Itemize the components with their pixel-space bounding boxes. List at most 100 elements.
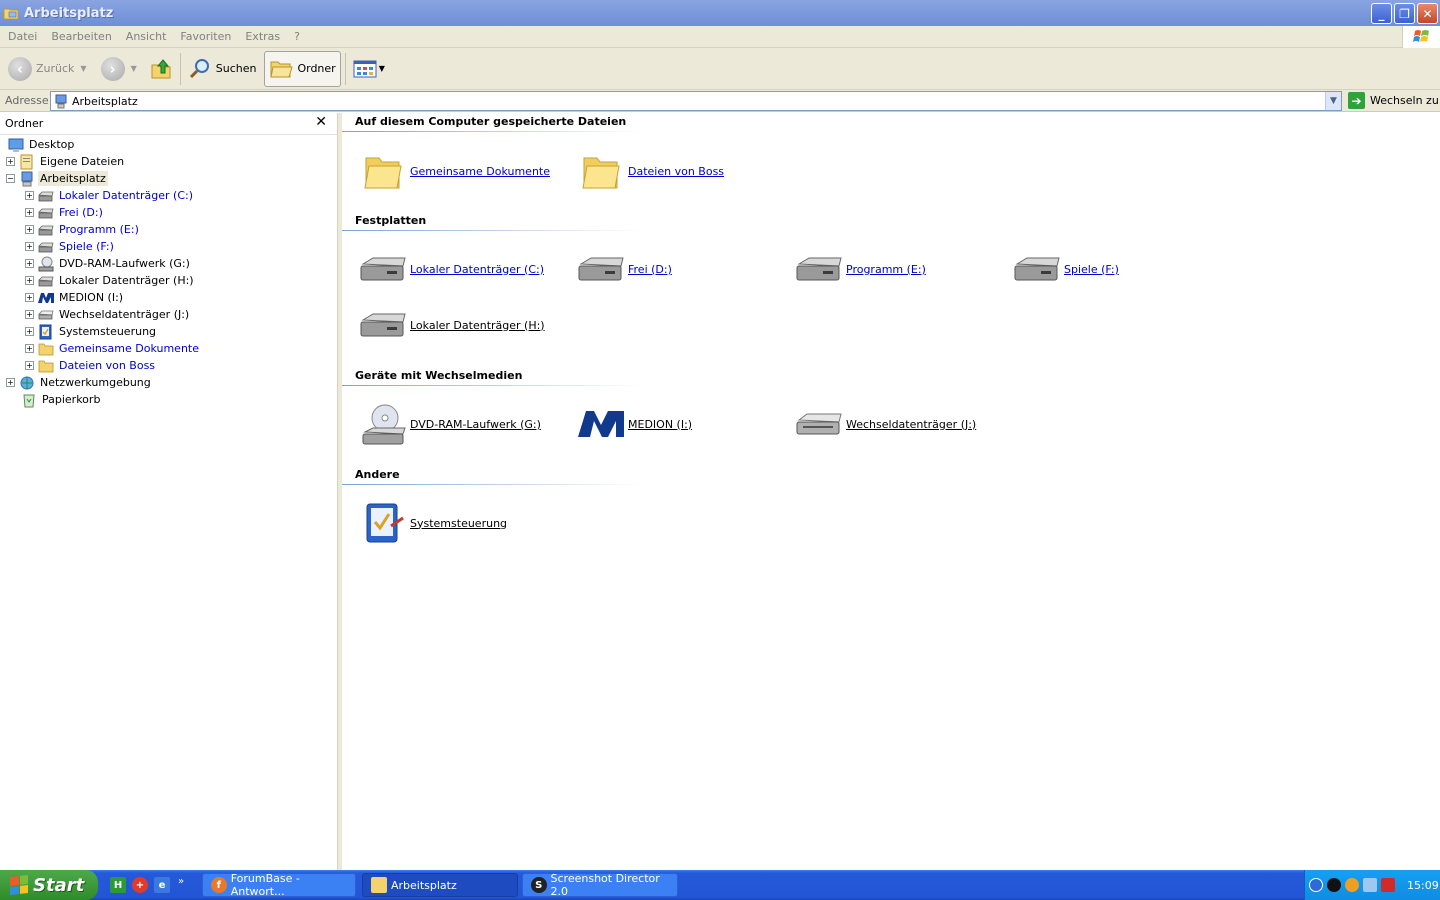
taskbar-item-forumbase[interactable]: f ForumBase - Antwort... <box>202 872 356 898</box>
item-dvd-g[interactable]: DVD-RAM-Laufwerk (G:) <box>358 400 541 448</box>
removable-icon <box>38 307 54 323</box>
tree-item-label: Lokaler Datenträger (C:) <box>59 189 194 202</box>
tree-item[interactable]: + DVD-RAM-Laufwerk (G:) <box>0 255 337 272</box>
folder-pane-header: Ordner ✕ <box>0 113 337 135</box>
quicklaunch-app-icon[interactable]: + <box>132 877 148 893</box>
quicklaunch-browser-icon[interactable]: e <box>154 877 170 893</box>
tree-item-label: Eigene Dateien <box>40 155 125 168</box>
item-drive-h[interactable]: Lokaler Datenträger (H:) <box>358 301 545 349</box>
up-folder-icon <box>151 58 171 78</box>
expand-icon[interactable]: + <box>25 310 34 319</box>
back-button[interactable]: ‹ Zurück ▼ <box>4 51 91 87</box>
tree-item[interactable]: + MEDION (I:) <box>0 289 337 306</box>
item-shared-documents[interactable]: Gemeinsame Dokumente <box>358 147 550 195</box>
address-input[interactable]: Arbeitsplatz ▼ <box>50 91 1342 111</box>
dvd-drive-icon <box>358 400 408 448</box>
tray-expand-icon[interactable] <box>1309 878 1323 892</box>
folder-icon <box>358 147 408 195</box>
menu-tools[interactable]: Extras <box>239 30 286 43</box>
tray-network-icon[interactable] <box>1363 878 1377 892</box>
tree-item[interactable]: Papierkorb <box>0 391 337 408</box>
menu-help[interactable]: ? <box>288 30 306 43</box>
expand-icon[interactable]: + <box>25 225 34 234</box>
expand-icon[interactable]: + <box>6 157 15 166</box>
hard-drive-icon <box>358 245 408 293</box>
chevron-down-icon[interactable]: ▼ <box>1325 92 1341 110</box>
drive-icon <box>38 239 54 255</box>
folders-button[interactable]: Ordner <box>264 50 341 87</box>
title-bar[interactable]: Arbeitsplatz _ ❐ ✕ <box>0 0 1440 26</box>
item-medion-i[interactable]: MEDION (I:) <box>576 400 692 448</box>
tree-item[interactable]: + Lokaler Datenträger (H:) <box>0 272 337 289</box>
chevron-down-icon[interactable]: ▼ <box>80 64 86 73</box>
expand-icon[interactable]: + <box>25 259 34 268</box>
tree-item[interactable]: + Systemsteuerung <box>0 323 337 340</box>
group-removable-media: Geräte mit Wechselmedien <box>342 369 1440 386</box>
minimize-button[interactable]: _ <box>1371 3 1392 24</box>
tree-item[interactable]: − Arbeitsplatz <box>0 170 337 187</box>
expand-icon[interactable]: + <box>25 293 34 302</box>
tray-app-icon[interactable] <box>1327 878 1341 892</box>
toolbar-separator <box>179 52 181 85</box>
up-folder-button[interactable] <box>145 51 177 87</box>
item-drive-d[interactable]: Frei (D:) <box>576 245 672 293</box>
tree-item[interactable]: + Lokaler Datenträger (C:) <box>0 187 337 204</box>
menu-edit[interactable]: Bearbeiten <box>45 30 117 43</box>
quicklaunch-more-icon[interactable]: » <box>178 876 184 887</box>
taskbar-item-screenshot-director[interactable]: S Screenshot Director 2.0 <box>522 872 678 898</box>
tree-item[interactable]: + Wechseldatenträger (J:) <box>0 306 337 323</box>
close-button[interactable]: ✕ <box>1417 3 1438 24</box>
start-button[interactable]: Start <box>0 870 98 900</box>
expand-icon[interactable]: + <box>25 327 34 336</box>
control-panel-icon <box>358 499 408 547</box>
tree-item[interactable]: + Programm (E:) <box>0 221 337 238</box>
expand-icon[interactable]: + <box>25 208 34 217</box>
hard-drive-icon <box>1012 245 1062 293</box>
tree-item[interactable]: + Gemeinsame Dokumente <box>0 340 337 357</box>
tree-item[interactable]: + Eigene Dateien <box>0 153 337 170</box>
quicklaunch-app-icon[interactable]: H <box>110 877 126 893</box>
group-other: Andere <box>342 468 1440 485</box>
item-drive-e[interactable]: Programm (E:) <box>794 245 926 293</box>
collapse-icon[interactable]: − <box>6 174 15 183</box>
menu-favorites[interactable]: Favoriten <box>174 30 237 43</box>
folder-icon <box>270 61 294 77</box>
item-drive-c[interactable]: Lokaler Datenträger (C:) <box>358 245 544 293</box>
system-tray: 15:09 <box>1304 870 1440 900</box>
address-bar: Adresse Arbeitsplatz ▼ ➔ Wechseln zu <box>0 90 1440 112</box>
tray-app-icon[interactable] <box>1345 878 1359 892</box>
group-divider <box>342 131 642 132</box>
forward-button[interactable]: › ▼ <box>97 51 141 87</box>
medion-icon <box>576 400 626 448</box>
tree-item[interactable]: + Netzwerkumgebung <box>0 374 337 391</box>
tree-item[interactable]: Desktop <box>0 136 337 153</box>
close-icon[interactable]: ✕ <box>315 114 327 130</box>
expand-icon[interactable]: + <box>25 344 34 353</box>
tray-app-icon[interactable] <box>1381 878 1395 892</box>
item-removable-j[interactable]: Wechseldatenträger (J:) <box>794 400 976 448</box>
tree-item[interactable]: + Frei (D:) <box>0 204 337 221</box>
expand-icon[interactable]: + <box>25 276 34 285</box>
go-button[interactable]: ➔ Wechseln zu <box>1348 92 1439 109</box>
maximize-button[interactable]: ❐ <box>1394 3 1415 24</box>
tree-item-label: Wechseldatenträger (J:) <box>59 308 190 321</box>
taskbar-item-arbeitsplatz[interactable]: Arbeitsplatz <box>362 873 518 897</box>
expand-icon[interactable]: + <box>6 378 15 387</box>
menu-view[interactable]: Ansicht <box>120 30 173 43</box>
item-control-panel[interactable]: Systemsteuerung <box>358 499 507 547</box>
item-drive-f[interactable]: Spiele (F:) <box>1012 245 1119 293</box>
menu-bar: Datei Bearbeiten Ansicht Favoriten Extra… <box>0 26 1440 48</box>
expand-icon[interactable]: + <box>25 191 34 200</box>
tree-item[interactable]: + Dateien von Boss <box>0 357 337 374</box>
expand-icon[interactable]: + <box>25 242 34 251</box>
content-area: Auf diesem Computer gespeicherte Dateien… <box>342 113 1440 870</box>
tree-item[interactable]: + Spiele (F:) <box>0 238 337 255</box>
menu-file[interactable]: Datei <box>2 30 43 43</box>
views-button[interactable]: ▼ <box>349 51 389 87</box>
removable-drive-icon <box>794 400 844 448</box>
search-button[interactable]: Suchen <box>184 51 261 87</box>
folder-tree: Desktop + Eigene Dateien − Arbeitsplatz + Loka… <box>0 135 337 408</box>
item-files-of-boss[interactable]: Dateien von Boss <box>576 147 724 195</box>
expand-icon[interactable]: + <box>25 361 34 370</box>
chevron-down-icon[interactable]: ▼ <box>131 64 137 73</box>
